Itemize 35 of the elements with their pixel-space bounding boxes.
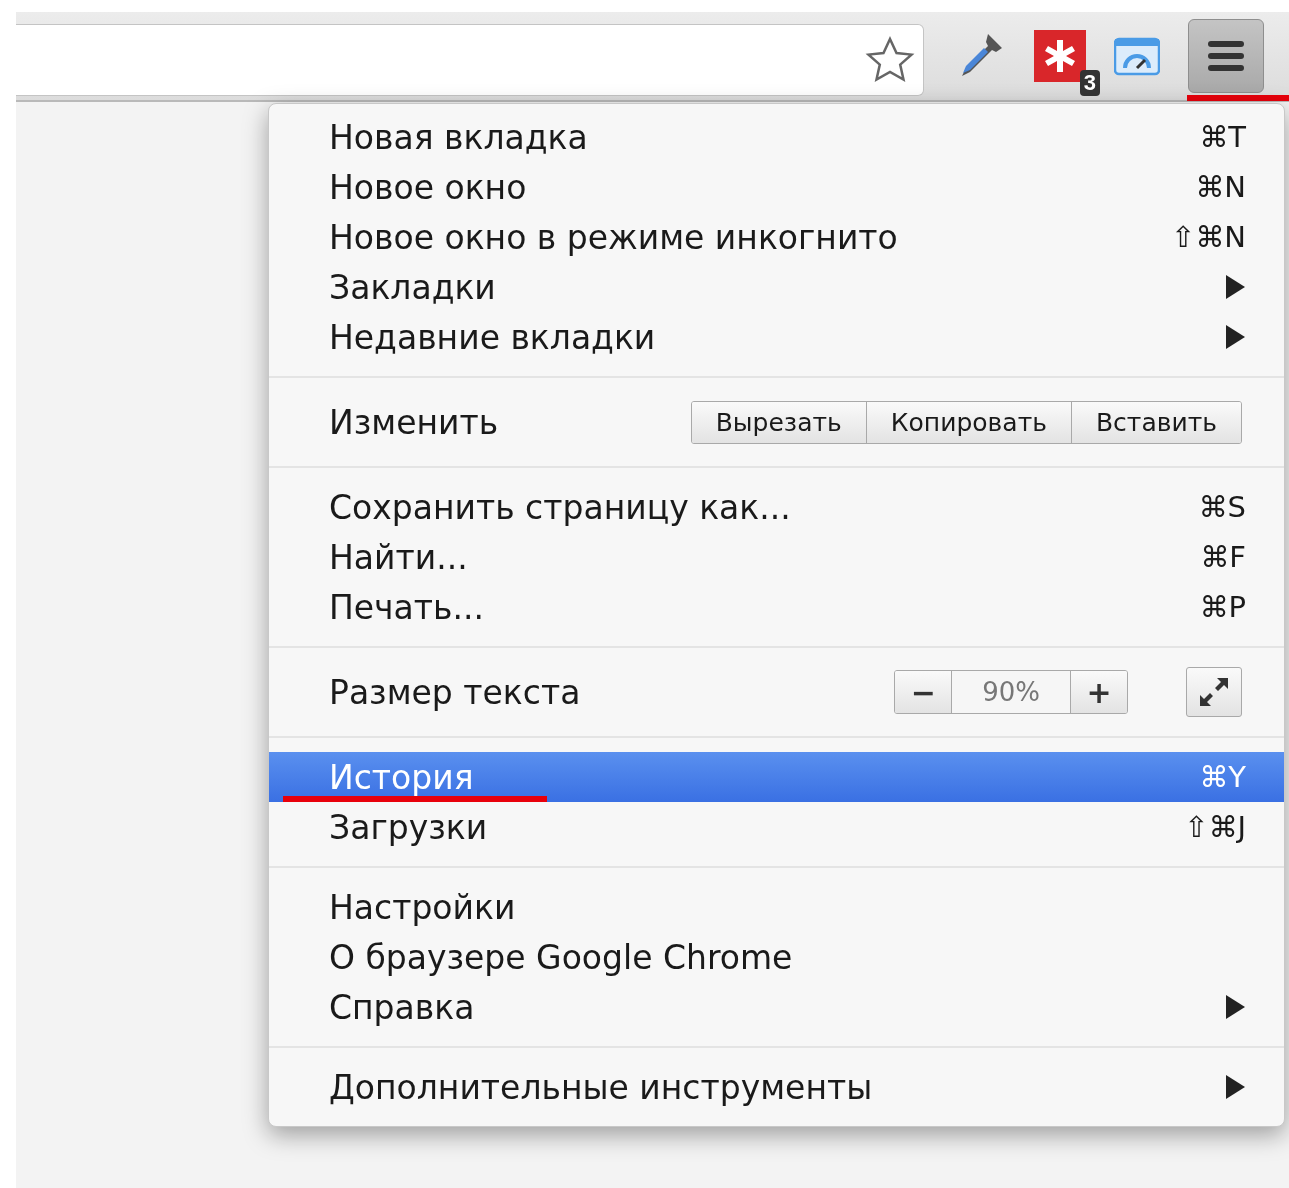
edit-button[interactable]: Копировать: [865, 401, 1071, 443]
submenu-arrow-icon: [1224, 274, 1246, 300]
edit-button[interactable]: Вырезать: [691, 401, 866, 443]
zoom-in-button[interactable]: +: [1071, 671, 1127, 713]
star-icon[interactable]: [865, 36, 915, 84]
submenu-arrow-icon: [1224, 1074, 1246, 1100]
zoom-out-button[interactable]: −: [895, 671, 952, 713]
menu-item[interactable]: Печать... ⌘P: [269, 582, 1284, 632]
menu-label: Изменить: [329, 402, 500, 442]
menu-item[interactable]: Справка: [269, 982, 1284, 1032]
menu-item[interactable]: Новая вкладка ⌘T: [269, 112, 1284, 162]
menu-item[interactable]: Недавние вкладки: [269, 312, 1284, 362]
menu-item[interactable]: Настройки: [269, 882, 1284, 932]
menu-icon: [1206, 39, 1246, 73]
menu-item[interactable]: Найти... ⌘F: [269, 532, 1284, 582]
menu-label: Размер текста: [329, 672, 582, 712]
menu-item[interactable]: Новое окно ⌘N: [269, 162, 1284, 212]
count-badge: 3: [1079, 70, 1100, 96]
menu-item[interactable]: Сохранить страницу как... ⌘S: [269, 482, 1284, 532]
edit-button[interactable]: Вставить: [1070, 401, 1241, 443]
submenu-arrow-icon: [1224, 994, 1246, 1020]
speed-dial-icon[interactable]: [1114, 36, 1160, 76]
expand-arrows-icon: [1197, 675, 1231, 709]
extension-icon[interactable]: [1034, 30, 1086, 82]
submenu-arrow-icon: [1224, 324, 1246, 350]
menu-button[interactable]: [1188, 19, 1264, 93]
fullscreen-button[interactable]: [1186, 667, 1242, 717]
menu-item[interactable]: О браузере Google Chrome: [269, 932, 1284, 982]
asterisk-icon: [1043, 39, 1077, 73]
menu-item[interactable]: Загрузки ⇧⌘J: [269, 802, 1284, 852]
menu-item[interactable]: Новое окно в режиме инкогнито ⇧⌘N: [269, 212, 1284, 262]
menu-item[interactable]: История ⌘Y: [269, 752, 1284, 802]
zoom-value: 90%: [951, 671, 1071, 713]
menu-item[interactable]: Закладки: [269, 262, 1284, 312]
menu-item[interactable]: Дополнительные инструменты: [269, 1062, 1284, 1112]
